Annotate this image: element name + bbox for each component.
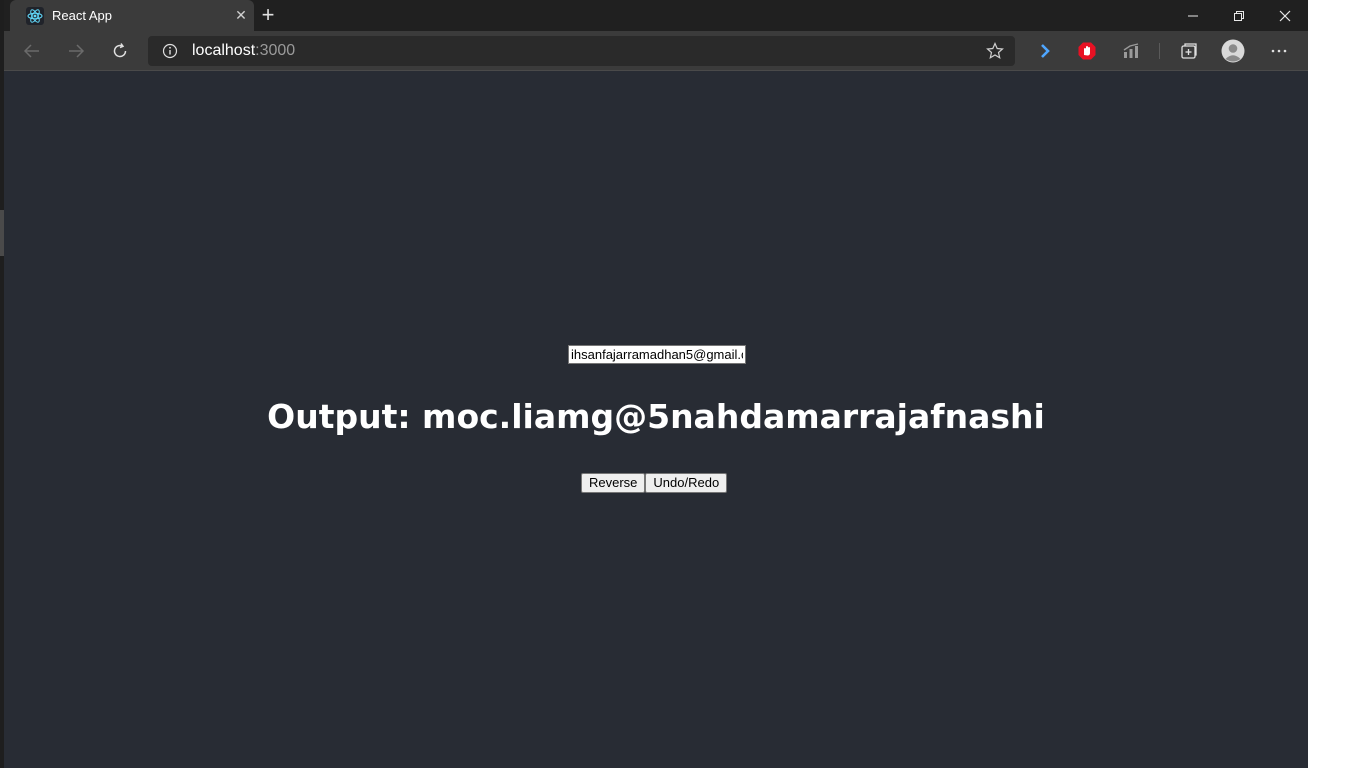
tab-react-app[interactable]: React App ✕ — [10, 0, 254, 31]
collections-icon[interactable] — [1177, 39, 1201, 63]
site-info-icon[interactable] — [162, 43, 178, 59]
restore-icon[interactable] — [1216, 0, 1262, 31]
new-tab-icon[interactable]: + — [256, 4, 280, 28]
forward-icon[interactable] — [62, 37, 90, 65]
reverse-button[interactable]: Reverse — [581, 473, 646, 493]
undo-redo-button[interactable]: Undo/Redo — [645, 473, 728, 493]
prompt-extension-icon[interactable] — [1033, 39, 1057, 63]
tab-close-icon[interactable]: ✕ — [231, 5, 251, 25]
react-logo-icon — [26, 7, 44, 25]
button-row: Reverse Undo/Redo — [581, 473, 728, 493]
browser-window: React App ✕ + localhost:3000 ihsanfajarr… — [4, 0, 1308, 768]
email-input[interactable] — [568, 345, 746, 364]
profile-avatar-icon[interactable] — [1221, 39, 1245, 63]
ad-blocker-icon[interactable] — [1075, 39, 1099, 63]
app-page: Output: moc.liamg@5nahdamarrajafnashi Re… — [4, 71, 1308, 768]
url-host: localhost — [192, 42, 256, 59]
more-menu-icon[interactable] — [1267, 39, 1291, 63]
url-text[interactable]: localhost:3000 — [192, 42, 295, 60]
favorite-star-icon[interactable] — [985, 41, 1005, 61]
browser-toolbar: localhost:3000 — [4, 31, 1308, 71]
extension-chart-icon[interactable] — [1119, 39, 1143, 63]
toolbar-divider — [1159, 43, 1160, 59]
refresh-icon[interactable] — [106, 37, 134, 65]
output-heading: Output: moc.liamg@5nahdamarrajafnashi — [267, 397, 1045, 436]
url-port: :3000 — [255, 42, 296, 59]
minimize-icon[interactable] — [1170, 0, 1216, 31]
close-window-icon[interactable] — [1262, 0, 1308, 31]
back-icon[interactable] — [18, 37, 46, 65]
tab-strip: React App ✕ + — [4, 0, 1308, 31]
address-bar[interactable]: localhost:3000 — [148, 36, 1015, 66]
tab-title: React App — [52, 8, 112, 23]
